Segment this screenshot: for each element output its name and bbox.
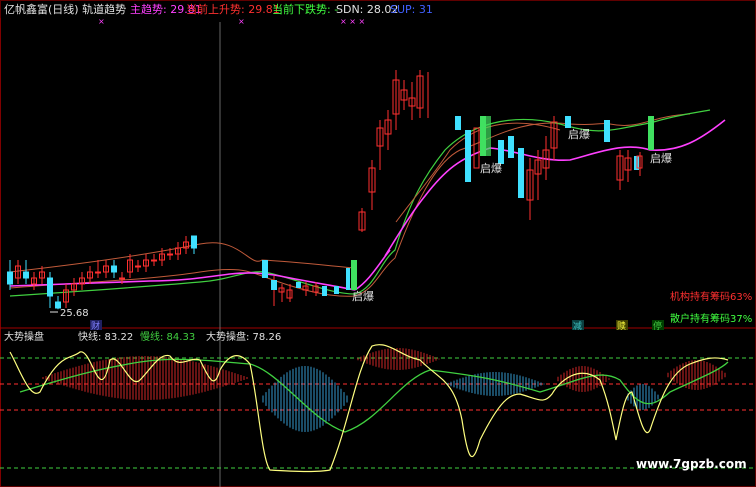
price-chart: 亿帆鑫富(日线) 轨道趋势 主趋势: 29.81 当前上升势: 29.81 当前… [0, 0, 756, 487]
candle-body [191, 235, 197, 249]
flag-label: 财 [91, 320, 100, 332]
header-sup: SUP: 31 [390, 3, 433, 16]
candle-body [7, 271, 13, 285]
candle-body [151, 259, 157, 262]
candle-body [111, 265, 117, 273]
burst-label: 启爆 [480, 161, 502, 175]
header-up-trend: 当前上升势: 29.81 [186, 2, 280, 16]
svg-text:× × ×: × × × [340, 17, 365, 26]
burst-label: 启爆 [568, 127, 590, 141]
svg-text:×: × [238, 17, 245, 26]
burst-label: 启爆 [650, 151, 672, 165]
candle-body [47, 277, 53, 297]
low-price-label: 25.68 [60, 308, 89, 319]
flag-label: 赎 [617, 320, 626, 332]
indicator-title: 大势操盘 [4, 330, 44, 343]
header-down-trend: 当前下跌势: - [272, 2, 338, 16]
ma-magenta-line-2 [384, 119, 726, 257]
indicator-histogram [42, 348, 726, 432]
candle-body [135, 265, 141, 268]
flag-label: 减 [573, 320, 582, 332]
ma-magenta-line [9, 249, 391, 291]
ma-brown-line [9, 242, 356, 273]
candle-body [167, 253, 173, 256]
fast-line-value: 快线: 83.22 [78, 330, 133, 343]
slow-line [19, 358, 729, 433]
watermark: www.7gpzb.com [636, 457, 747, 471]
chart-title: 亿帆鑫富(日线) 轨道趋势 [4, 2, 126, 16]
top-header: 亿帆鑫富(日线) 轨道趋势 主趋势: 29.81 当前上升势: 29.81 当前… [4, 2, 433, 16]
candle-body [119, 277, 125, 280]
retail-chip-label: 散户持有筹码37% [670, 312, 752, 325]
candle-body [23, 271, 29, 279]
flag-label: 停 [653, 320, 662, 332]
candle-body [95, 271, 101, 274]
institution-chip-label: 机构持有筹码63% [670, 290, 752, 303]
candles-late [262, 70, 654, 306]
candles [7, 235, 197, 310]
burst-label: 启爆 [352, 289, 374, 303]
flag-markers: 财 减 赎 停 [90, 320, 664, 332]
slow-line-value: 慢线: 84.33 [140, 330, 195, 343]
market-value: 大势操盘: 78.26 [206, 330, 281, 343]
svg-text:×: × [98, 17, 105, 26]
chart-frame [0, 0, 756, 487]
